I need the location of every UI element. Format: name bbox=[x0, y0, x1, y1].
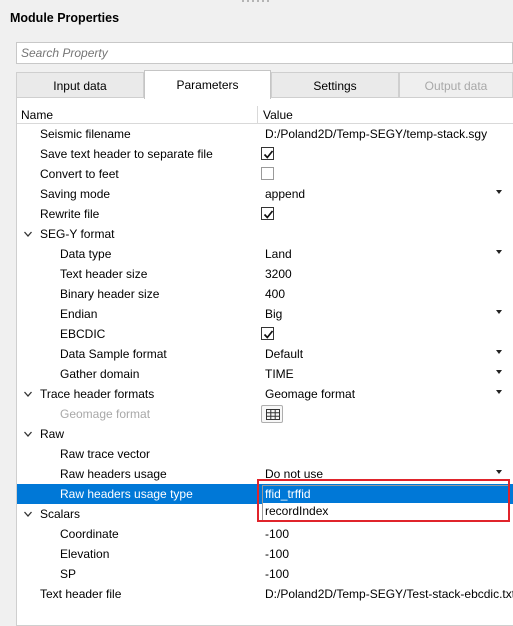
tab-bar: Input data Parameters Settings Output da… bbox=[16, 70, 513, 99]
property-row-data-sample-format[interactable]: Data Sample format Default bbox=[17, 344, 513, 364]
property-row-saving-mode[interactable]: Saving mode append bbox=[17, 184, 513, 204]
convert-to-feet-checkbox[interactable] bbox=[261, 167, 274, 180]
property-name: Text header file bbox=[40, 587, 122, 601]
property-value[interactable]: Land bbox=[265, 247, 292, 261]
property-row-sp[interactable]: SP -100 bbox=[17, 564, 513, 584]
property-value[interactable]: Geomage format bbox=[265, 387, 355, 401]
property-row-text-header-size[interactable]: Text header size 3200 bbox=[17, 264, 513, 284]
property-row-save-text-header[interactable]: Save text header to separate file bbox=[17, 144, 513, 164]
dropdown-arrow-icon[interactable] bbox=[496, 350, 502, 354]
property-name: Raw headers usage type bbox=[60, 487, 193, 501]
property-row-binary-header-size[interactable]: Binary header size 400 bbox=[17, 284, 513, 304]
column-separator[interactable] bbox=[257, 106, 258, 124]
property-value[interactable]: TIME bbox=[265, 367, 294, 381]
property-value[interactable]: D:/Poland2D/Temp-SEGY/Test-stack-ebcdic.… bbox=[265, 587, 513, 601]
group-name: Raw bbox=[40, 427, 65, 441]
property-rows: Seismic filename D:/Poland2D/Temp-SEGY/t… bbox=[17, 124, 513, 604]
window-drag-grip[interactable] bbox=[230, 0, 280, 4]
property-group-raw[interactable]: Raw bbox=[17, 424, 513, 444]
tab-parameters[interactable]: Parameters bbox=[144, 70, 271, 99]
checkmark-icon bbox=[263, 330, 274, 339]
dropdown-arrow-icon[interactable] bbox=[496, 390, 502, 394]
property-value[interactable]: D:/Poland2D/Temp-SEGY/temp-stack.sgy bbox=[265, 127, 487, 141]
property-name: Save text header to separate file bbox=[40, 147, 213, 161]
property-name: Endian bbox=[60, 307, 98, 321]
column-name-header[interactable]: Name bbox=[21, 108, 53, 122]
property-name: EBCDIC bbox=[60, 327, 106, 341]
property-row-coordinate[interactable]: Coordinate -100 bbox=[17, 524, 513, 544]
save-text-header-checkbox[interactable] bbox=[261, 147, 274, 160]
property-row-ebcdic[interactable]: EBCDIC bbox=[17, 324, 513, 344]
property-name: Raw trace vector bbox=[60, 447, 151, 461]
property-name: Data type bbox=[60, 247, 112, 261]
property-name: Gather domain bbox=[60, 367, 140, 381]
property-name: Raw headers usage bbox=[60, 467, 167, 481]
dropdown-arrow-icon[interactable] bbox=[496, 370, 502, 374]
property-row-seismic-filename[interactable]: Seismic filename D:/Poland2D/Temp-SEGY/t… bbox=[17, 124, 513, 144]
property-name: Data Sample format bbox=[60, 347, 167, 361]
property-row-rewrite-file[interactable]: Rewrite file bbox=[17, 204, 513, 224]
search-property-input[interactable] bbox=[16, 42, 513, 64]
tab-input-data[interactable]: Input data bbox=[16, 72, 144, 98]
tab-output-data: Output data bbox=[399, 72, 513, 98]
column-value-header[interactable]: Value bbox=[263, 108, 293, 122]
property-group-segy-format[interactable]: SEG-Y format bbox=[17, 224, 513, 244]
tab-settings[interactable]: Settings bbox=[271, 72, 399, 98]
group-name: SEG-Y format bbox=[40, 227, 115, 241]
property-row-gather-domain[interactable]: Gather domain TIME bbox=[17, 364, 513, 384]
dropdown-arrow-icon[interactable] bbox=[496, 250, 502, 254]
dropdown-arrow-icon[interactable] bbox=[496, 310, 502, 314]
checkmark-icon bbox=[263, 210, 274, 219]
property-name: Rewrite file bbox=[40, 207, 100, 221]
ebcdic-checkbox[interactable] bbox=[261, 327, 274, 340]
property-name: Seismic filename bbox=[40, 127, 131, 141]
property-grid: Name Value Seismic filename D:/Poland2D/… bbox=[16, 97, 513, 626]
property-name: SP bbox=[60, 567, 77, 581]
table-editor-button[interactable] bbox=[261, 405, 283, 423]
table-grid-icon bbox=[266, 409, 280, 420]
property-value[interactable]: -100 bbox=[265, 527, 289, 541]
property-name: Binary header size bbox=[60, 287, 160, 301]
rewrite-file-checkbox[interactable] bbox=[261, 207, 274, 220]
chevron-down-icon[interactable] bbox=[23, 509, 33, 519]
dropdown-arrow-icon[interactable] bbox=[496, 470, 502, 474]
property-row-convert-to-feet[interactable]: Convert to feet bbox=[17, 164, 513, 184]
property-value[interactable]: -100 bbox=[265, 547, 289, 561]
property-row-text-header-file[interactable]: Text header file D:/Poland2D/Temp-SEGY/T… bbox=[17, 584, 513, 604]
property-value[interactable]: append bbox=[265, 187, 305, 201]
chevron-down-icon[interactable] bbox=[23, 429, 33, 439]
property-row-raw-trace-vector[interactable]: Raw trace vector bbox=[17, 444, 513, 464]
property-name: Geomage format bbox=[60, 407, 151, 421]
property-row-geomage-format: Geomage format bbox=[17, 404, 513, 424]
property-row-endian[interactable]: Endian Big bbox=[17, 304, 513, 324]
property-name: Convert to feet bbox=[40, 167, 119, 181]
property-value[interactable]: -100 bbox=[265, 567, 289, 581]
property-value[interactable]: Default bbox=[265, 347, 303, 361]
chevron-down-icon[interactable] bbox=[23, 389, 33, 399]
group-name: Trace header formats bbox=[40, 387, 155, 401]
property-row-elevation[interactable]: Elevation -100 bbox=[17, 544, 513, 564]
property-value[interactable]: 3200 bbox=[265, 267, 292, 281]
dropdown-arrow-icon[interactable] bbox=[496, 190, 502, 194]
group-name: Scalars bbox=[40, 507, 81, 521]
checkmark-icon bbox=[263, 150, 274, 159]
property-name: Coordinate bbox=[60, 527, 119, 541]
grid-header: Name Value bbox=[17, 106, 513, 124]
chevron-down-icon[interactable] bbox=[23, 229, 33, 239]
property-value[interactable]: Big bbox=[265, 307, 282, 321]
property-name: Elevation bbox=[60, 547, 110, 561]
property-name: Text header size bbox=[60, 267, 148, 281]
property-group-trace-header-formats[interactable]: Trace header formats Geomage format bbox=[17, 384, 513, 404]
property-name: Saving mode bbox=[40, 187, 111, 201]
property-row-data-type[interactable]: Data type Land bbox=[17, 244, 513, 264]
window-title: Module Properties bbox=[10, 11, 120, 25]
annotation-highlight-box bbox=[257, 479, 510, 522]
property-value[interactable]: 400 bbox=[265, 287, 285, 301]
